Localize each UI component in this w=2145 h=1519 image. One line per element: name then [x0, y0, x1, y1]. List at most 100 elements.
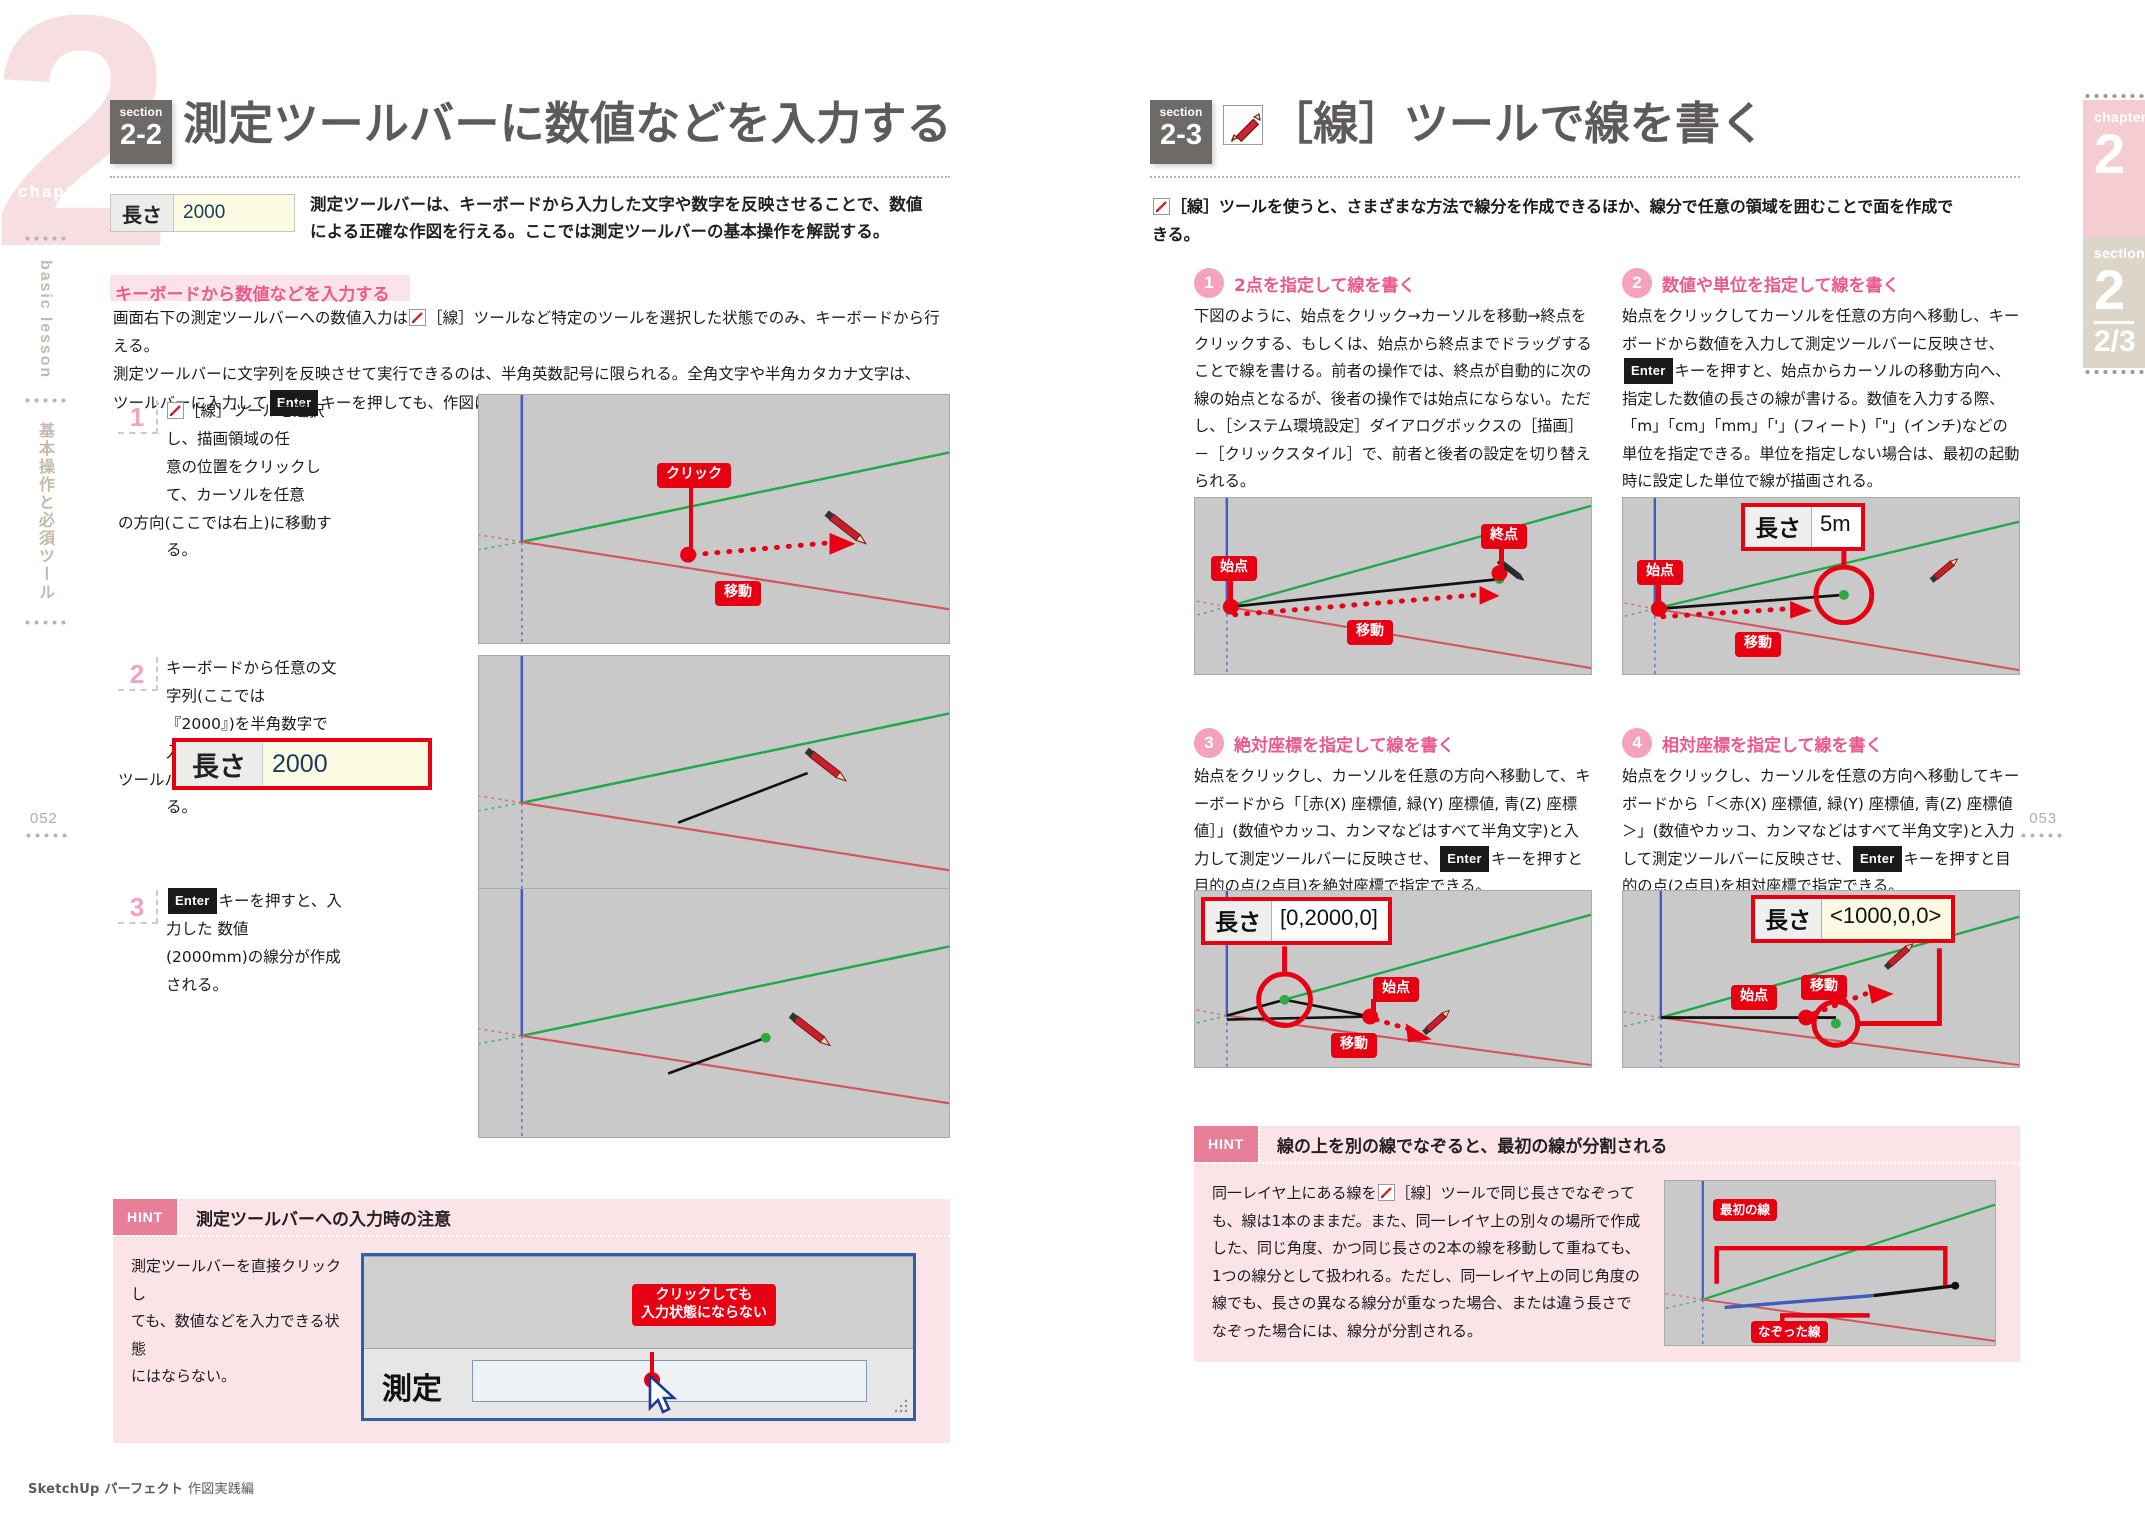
right-hint-copy-b: ［線］ツールで同じ長さでなぞっても、線は1本のままだ。また、同一レイヤ上の別々の…	[1212, 1184, 1641, 1340]
callout-leader-start-fig3	[1371, 999, 1376, 1017]
section-badge-kicker: section	[119, 105, 163, 119]
tab-dots-bottom	[2083, 368, 2145, 376]
fig2-meas-value[interactable]: 5m	[1812, 507, 1861, 547]
right-section-divider-rule	[1150, 176, 2020, 178]
callout-leader-click	[689, 483, 693, 548]
left-hint-copy-1: 測定ツールバーを直接クリックし	[131, 1257, 342, 1303]
fig3-meas-value[interactable]: [0,2000,0]	[1272, 901, 1388, 941]
enter-key-badge-sub2: Enter	[1624, 358, 1673, 385]
left-hint-body: 測定ツールバーを直接クリックし ても、数値などを入力できる状態 にはならない。 …	[113, 1237, 950, 1439]
section-divider-rule	[110, 176, 950, 178]
measurement-toolbar-boxed-label: 長さ	[176, 742, 263, 786]
right-intro-a: ［線］ツールを使うと、さまざまな方法で線分を作成できるほか、線分で任意の領域を囲…	[1171, 197, 1954, 216]
callout-traced-line: なぞった線	[1751, 1321, 1828, 1343]
section-badge-number: 2-2	[120, 119, 162, 151]
right-page-number: 053	[2029, 810, 2057, 827]
fig4-meas-value[interactable]: <1000,0,0>	[1822, 899, 1952, 939]
dialog-inner: 測定	[364, 1256, 913, 1418]
left-hint-title: 測定ツールバーへの入力時の注意	[177, 1199, 451, 1235]
subsection-4-copy: 始点をクリックし、カーソルを任意の方向へ移動してキーボードから「＜赤(X) 座標…	[1622, 763, 2022, 901]
measurement-toolbar-boxed[interactable]: 長さ 2000	[172, 738, 432, 790]
fig2-measurement-toolbar[interactable]: 長さ 5m	[1741, 503, 1865, 551]
callout-end-fig1: 終点	[1481, 524, 1527, 549]
measurement-dialog-screenshot: 測定 クリックしても 入力状態にならない	[361, 1253, 916, 1421]
enter-key-badge-sub3: Enter	[1440, 845, 1489, 872]
subsection-2-copy-b: キーを押すと、始点からカーソルの移動方向へ、指定した数値の長さの線が書ける。数値…	[1622, 362, 2020, 491]
step-1-number: 1	[118, 400, 158, 434]
measurement-toolbar-label: 長さ	[111, 195, 174, 231]
footer-title: SketchUp パーフェクト	[28, 1482, 184, 1497]
dialog-callout-line1: クリックしても	[655, 1287, 753, 1303]
measurement-toolbar-boxed-value[interactable]: 2000	[263, 742, 428, 786]
right-page: 053 chapter 2 section 2 2/3 section 2-3	[1072, 0, 2145, 1519]
section-header-2-3: section 2-3 ［線］ツールで線を書く	[1150, 97, 1766, 164]
callout-leader-start-fig1	[1228, 578, 1233, 606]
subsection-1: 1 2点を指定して線を書く 下図のように、始点をクリック→カーソルを移動→終点を…	[1194, 268, 1592, 496]
right-hint-box: HINT 線の上を別の線でなぞると、最初の線が分割される 同一レイヤ上にある線を…	[1194, 1126, 2020, 1362]
measurement-toolbar-lead[interactable]: 長さ 2000	[110, 194, 295, 232]
pink-subheading: キーボードから数値などを入力する	[115, 285, 390, 305]
right-intro-paragraph: ［線］ツールを使うと、さまざまな方法で線分を作成できるほか、線分で任意の領域を囲…	[1152, 193, 2032, 248]
subsection-4-badge: 4	[1622, 728, 1652, 758]
page-title: 測定ツールバーに数値などを入力する	[183, 97, 952, 150]
subsection-2: 2 数値や単位を指定して線を書く 始点をクリックしてカーソルを任意の方向へ移動し…	[1622, 268, 2022, 496]
section-badge: section 2-2	[110, 100, 172, 164]
rail-dots-top	[23, 235, 67, 242]
subsection-3-badge: 3	[1194, 728, 1224, 758]
left-margin-rail: basic lesson 基本操作と必須ツール	[22, 228, 68, 633]
subsection-3-head: 3 絶対座標を指定して線を書く	[1194, 728, 1592, 758]
tab-section[interactable]: section 2 2/3	[2083, 236, 2145, 368]
callout-first-line: 最初の線	[1713, 1199, 1778, 1221]
callout-start-fig2: 始点	[1637, 560, 1683, 585]
callout-leader-end-fig1	[1499, 546, 1504, 574]
mouse-cursor-icon	[648, 1374, 678, 1414]
rail-dots-mid	[23, 397, 67, 405]
left-hint-tag: HINT	[113, 1199, 178, 1235]
right-section-kicker: section	[1159, 105, 1203, 119]
fig-relative-coords: 長さ <1000,0,0> 始点 移動	[1622, 890, 2020, 1068]
tab-dots-top	[2083, 92, 2145, 100]
fig3-measurement-toolbar[interactable]: 長さ [0,2000,0]	[1201, 897, 1392, 945]
dialog-resize-grip[interactable]	[893, 1398, 909, 1414]
step-1-line-b: 意の位置をクリックして、カーソルを任意	[166, 457, 322, 504]
left-hint-copy: 測定ツールバーを直接クリックし ても、数値などを入力できる状態 にはならない。	[131, 1253, 343, 1421]
book-spread: 2 chapter basic lesson 基本操作と必須ツール 052 se…	[0, 0, 2145, 1519]
tab-chapter-number: 2	[2094, 122, 2126, 185]
left-page-number: 052	[30, 810, 58, 827]
line-tool-icon-intro	[1153, 196, 1170, 215]
step-1: 1 ［線］ツールを選択し、描画領域の任 意の位置をクリックして、カーソルを任意 …	[118, 398, 338, 565]
subsection-2-title: 数値や単位を指定して線を書く	[1662, 275, 1900, 296]
tab-chapter[interactable]: chapter 2	[2083, 100, 2145, 236]
fig-absolute-coords: 長さ [0,2000,0] 始点 移動	[1194, 890, 1592, 1068]
subsection-2-copy-a: 始点をクリックしてカーソルを任意の方向へ移動し、キーボードから数値を入力して測定…	[1622, 307, 2020, 353]
callout-move-fig2: 移動	[1735, 632, 1781, 657]
footer-subtitle: 作図実践編	[187, 1482, 255, 1497]
edge-tabs: chapter 2 section 2 2/3	[2083, 92, 2145, 376]
callout-move-fig4: 移動	[1801, 975, 1847, 1000]
subsection-1-title: 2点を指定して線を書く	[1234, 275, 1416, 296]
left-hint-copy-3: にはならない。	[131, 1367, 237, 1386]
subsection-3: 3 絶対座標を指定して線を書く 始点をクリックし、カーソルを任意の方向へ移動して…	[1194, 728, 1592, 901]
fig3-meas-label: 長さ	[1205, 901, 1272, 941]
line-tool-icon-hint	[1377, 1183, 1395, 1201]
step-3-line-b: (2000mm)の線分が作成される。	[166, 947, 341, 994]
fig4-measurement-toolbar[interactable]: 長さ <1000,0,0>	[1751, 895, 1956, 943]
right-folio-dots	[2019, 832, 2065, 839]
line-tool-icon-step1	[167, 401, 184, 419]
callout-move-fig3: 移動	[1331, 1033, 1377, 1058]
subsection-1-copy: 下図のように、始点をクリック→カーソルを移動→終点をクリックする、もしくは、始点…	[1194, 307, 1592, 491]
callout-click-step1: クリック	[657, 463, 731, 488]
right-page-title: ［線］ツールで線を書く	[1268, 97, 1766, 150]
step-3-number: 3	[118, 890, 158, 924]
right-hint-copy: 同一レイヤ上にある線を ［線］ツールで同じ長さでなぞっても、線は1本のままだ。ま…	[1212, 1180, 1646, 1346]
dialog-callout-line2: 入力状態にならない	[641, 1304, 767, 1321]
left-page: 2 chapter basic lesson 基本操作と必須ツール 052 se…	[0, 0, 1072, 1519]
left-folio-dots	[24, 832, 70, 839]
fig-two-points: 始点 終点 移動	[1194, 497, 1592, 675]
line-tool-icon-title	[1223, 105, 1263, 145]
callout-start-fig1: 始点	[1211, 556, 1257, 581]
tab-fraction: 2/3	[2094, 324, 2136, 358]
subsection-2-head: 2 数値や単位を指定して線を書く	[1622, 268, 2022, 298]
rail-en-label: basic lesson	[37, 260, 54, 380]
measurement-toolbar-value[interactable]: 2000	[174, 195, 294, 231]
